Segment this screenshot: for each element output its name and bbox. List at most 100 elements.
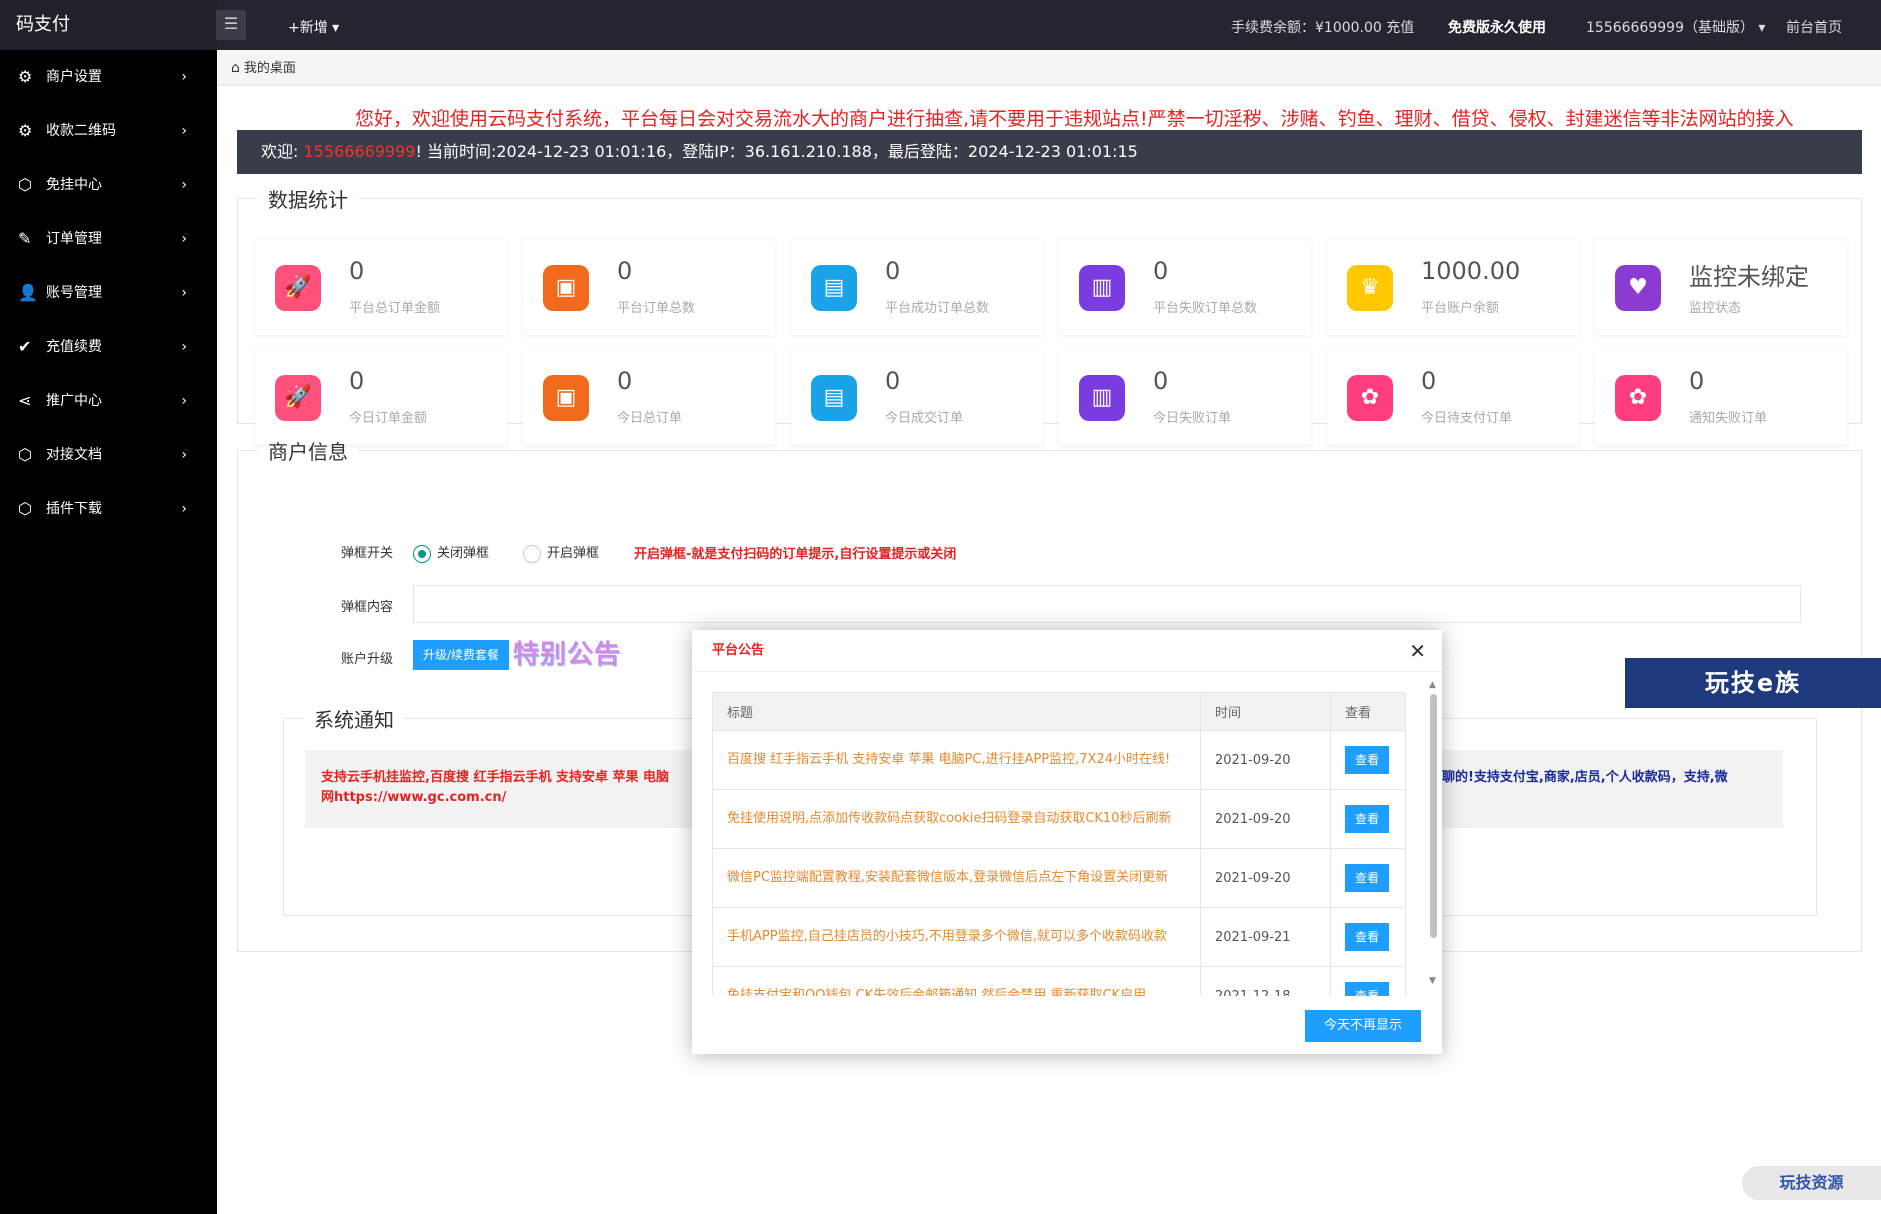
row-date: 2021-09-21 (1200, 907, 1331, 967)
table-row: 手机APP监控,自己挂店员的小技巧,不用登录多个微信,就可以多个收款码收款 202… (712, 907, 1406, 967)
special-notice-banner[interactable]: 特别公告 (513, 634, 621, 671)
frontpage-link[interactable]: 前台首页 (1786, 0, 1842, 56)
row-title[interactable]: 百度搜 红手指云手机 支持安卓 苹果 电脑PC,进行挂APP监控,7X24小时在… (712, 730, 1201, 790)
view-button[interactable]: 查看 (1345, 746, 1389, 774)
flame-icon: ✿ (1347, 375, 1393, 421)
stat-card: ✿ 0 今日待支付订单 (1327, 349, 1579, 445)
close-icon[interactable]: ✕ (1409, 630, 1426, 672)
watermark: 玩技资源 (1742, 1166, 1881, 1200)
chevron-right-icon: › (181, 447, 187, 463)
view-button[interactable]: 查看 (1345, 864, 1389, 892)
row-date: 2021-09-20 (1200, 848, 1331, 908)
stat-value: 0 (1153, 367, 1169, 395)
sidebar-item[interactable]: ⚙ 商户设置 › (0, 50, 217, 104)
notice-line-1: 支持云手机挂监控,百度搜 红手指云手机 支持安卓 苹果 电脑 (321, 770, 670, 785)
sidebar-item[interactable]: ⬡ 插件下载 › (0, 482, 217, 536)
stat-label: 平台订单总数 (617, 301, 696, 316)
table-row: 免挂支付宝和QQ钱包,CK失效后会邮箱通知,然后会禁用,重新获取CK启用 2021… (712, 966, 1406, 996)
radio-on-label: 开启弹框 (547, 546, 600, 561)
row-action-cell: 查看 (1330, 966, 1406, 996)
sidebar-item-label: 订单管理 (46, 231, 102, 247)
scroll-thumb[interactable] (1430, 694, 1437, 938)
view-button[interactable]: 查看 (1345, 923, 1389, 951)
brand-badge[interactable]: 玩技e族 (1625, 658, 1881, 708)
stat-value: 0 (617, 257, 633, 285)
upgrade-label: 账户升级 (341, 652, 394, 667)
popup-tip: 开启弹框-就是支付扫码的订单提示,自行设置提示或关闭 (634, 547, 957, 562)
check-icon: ✔ (18, 337, 32, 356)
modal-scrollbar[interactable]: ▲ ▼ (1428, 680, 1438, 990)
stat-value: 0 (885, 367, 901, 395)
new-dropdown[interactable]: +新增 ▾ (288, 0, 339, 56)
menu-icon[interactable]: ☰ (216, 10, 246, 40)
home-icon: ⌂ (231, 60, 240, 76)
sidebar-item-label: 账号管理 (46, 285, 102, 301)
sidebar-item[interactable]: 👤 账号管理 › (0, 266, 217, 320)
row-title[interactable]: 手机APP监控,自己挂店员的小技巧,不用登录多个微信,就可以多个收款码收款 (712, 907, 1201, 967)
stat-label: 平台总订单金额 (349, 301, 441, 316)
stats-legend: 数据统计 (268, 188, 348, 212)
stat-label: 今日失败订单 (1153, 411, 1232, 426)
radio-popup-off[interactable]: 关闭弹框 (413, 542, 489, 563)
stat-value: 0 (1689, 367, 1705, 395)
row-title[interactable]: 免挂支付宝和QQ钱包,CK失效后会邮箱通知,然后会禁用,重新获取CK启用 (712, 966, 1201, 996)
table-row: 免挂使用说明,点添加传收款码点获取cookie扫码登录自动获取CK10秒后刷新 2… (712, 789, 1406, 849)
row-action-cell: 查看 (1330, 789, 1406, 849)
chevron-right-icon: › (181, 393, 187, 409)
sidebar-item[interactable]: ✔ 充值续费 › (0, 320, 217, 374)
cube-icon: ⬡ (18, 175, 32, 194)
stat-card: ▤ 0 今日成交订单 (791, 349, 1043, 445)
chevron-right-icon: › (181, 177, 187, 193)
row-title[interactable]: 微信PC监控端配置教程,安装配套微信版本,登录微信后点左下角设置关闭更新 (712, 848, 1201, 908)
sidebar-item[interactable]: ⬡ 免挂中心 › (0, 158, 217, 212)
row-action-cell: 查看 (1330, 907, 1406, 967)
announcement-table: 标题 时间 查看 百度搜 红手指云手机 支持安卓 苹果 电脑PC,进行挂APP监… (712, 692, 1406, 996)
stat-label: 平台账户余额 (1421, 301, 1500, 316)
crown-icon: ♛ (1347, 265, 1393, 311)
sidebar-item-label: 对接文档 (46, 447, 102, 463)
tab-home[interactable]: ⌂ 我的桌面 (231, 50, 296, 87)
user-icon: 👤 (18, 283, 38, 302)
stat-card: ♥ 监控未绑定 监控状态 (1595, 239, 1847, 335)
stat-card: ✿ 0 通知失败订单 (1595, 349, 1847, 445)
col-date: 时间 (1200, 692, 1331, 731)
sidebar-item[interactable]: ⬡ 对接文档 › (0, 428, 217, 482)
sidebar-item-label: 插件下载 (46, 501, 102, 517)
chevron-right-icon: › (181, 285, 187, 301)
ticket-icon: ▣ (543, 265, 589, 311)
radio-dot-checked (413, 544, 431, 563)
row-title[interactable]: 免挂使用说明,点添加传收款码点获取cookie扫码登录自动获取CK10秒后刷新 (712, 789, 1201, 849)
sidebar-item[interactable]: ⋖ 推广中心 › (0, 374, 217, 428)
dismiss-today-button[interactable]: 今天不再显示 (1305, 1010, 1421, 1042)
popup-content-input[interactable] (413, 585, 1801, 623)
edit-icon: ✎ (18, 229, 32, 248)
table-row: 百度搜 红手指云手机 支持安卓 苹果 电脑PC,进行挂APP监控,7X24小时在… (712, 730, 1406, 790)
scroll-up-arrow-icon[interactable]: ▲ (1429, 680, 1436, 690)
sidebar-item[interactable]: ⚙ 收款二维码 › (0, 104, 217, 158)
radio-dot-unchecked (523, 544, 541, 563)
scroll-down-arrow-icon[interactable]: ▼ (1429, 976, 1436, 986)
modal-header: 平台公告 ✕ (692, 630, 1442, 672)
view-button[interactable]: 查看 (1345, 805, 1389, 833)
sidebar-item-label: 充值续费 (46, 339, 102, 355)
view-button[interactable]: 查看 (1345, 982, 1389, 996)
rocket-icon: 🚀 (275, 265, 321, 311)
stat-label: 今日订单金额 (349, 411, 428, 426)
rocket-icon: 🚀 (275, 375, 321, 421)
plan-link[interactable]: 免费版永久使用 (1448, 0, 1546, 56)
radio-popup-on[interactable]: 开启弹框 (523, 542, 599, 563)
stat-card: ▣ 0 今日总订单 (523, 349, 775, 445)
fee-balance[interactable]: 手续费余额：¥1000.00 充值 (1231, 0, 1414, 56)
upgrade-button[interactable]: 升级/续费套餐 (413, 640, 510, 670)
welcome-username: 15566669999 (303, 142, 416, 161)
wallet-icon: ▤ (811, 375, 857, 421)
sidebar-item[interactable]: ✎ 订单管理 › (0, 212, 217, 266)
top-header: 码支付 ☰ +新增 ▾ 手续费余额：¥1000.00 充值 免费版永久使用 15… (0, 0, 1881, 50)
row-date: 2021-12-18 (1200, 966, 1331, 996)
cup-icon: ▥ (1079, 265, 1125, 311)
account-dropdown[interactable]: 15566669999（基础版） ▾ (1586, 0, 1765, 56)
sidebar-item-label: 商户设置 (46, 69, 102, 85)
stat-value: 1000.00 (1421, 257, 1521, 285)
cup-icon: ▥ (1079, 375, 1125, 421)
app-logo[interactable]: 码支付 (0, 0, 217, 50)
